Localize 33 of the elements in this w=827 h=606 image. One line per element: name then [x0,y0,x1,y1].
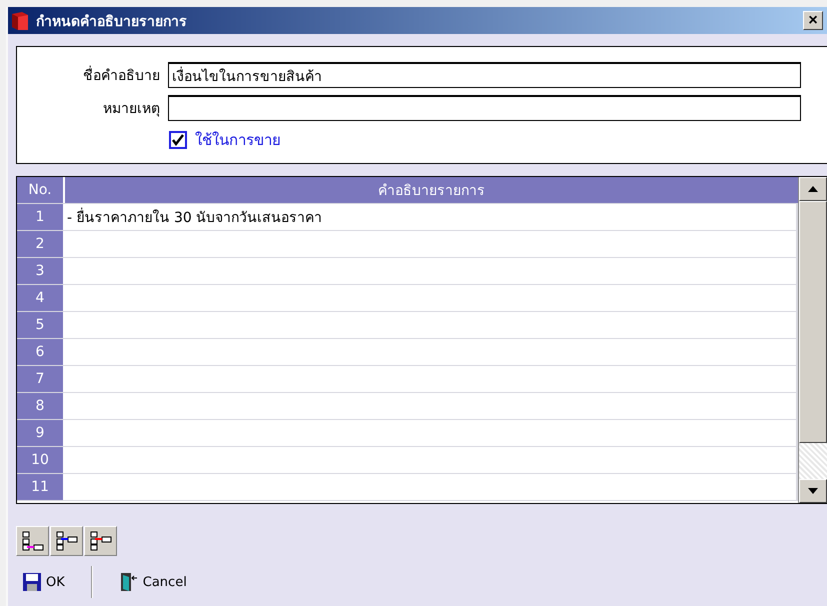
cancel-button[interactable]: Cancel [112,568,193,596]
door-exit-icon [118,572,139,592]
row-number: 9 [17,420,65,446]
row-number: 6 [17,339,65,365]
row-number: 7 [17,366,65,392]
row-number: 2 [17,231,65,257]
scroll-thumb[interactable] [799,201,827,443]
scrollbar[interactable] [798,177,827,503]
ok-button[interactable]: OK [16,568,71,596]
append-row-button[interactable] [16,526,49,556]
row-number: 3 [17,258,65,284]
input-field[interactable] [168,95,801,121]
field-label: หมายเหตุ [102,100,160,119]
row-number: 1 [17,204,65,230]
row-number: 11 [17,474,65,500]
close-button[interactable]: × [803,11,823,30]
scroll-up-button[interactable] [799,177,827,201]
input-field[interactable]: เงื่อนไขในการขายสินค้า [168,62,801,88]
column-header: No. [17,177,65,203]
field-label: ชื่อคำอธิบาย [17,64,160,86]
insert-row-button[interactable] [50,526,83,556]
insert-row-button[interactable] [84,526,117,556]
row-number: 5 [17,312,65,338]
row-number: 4 [17,285,65,311]
row-number: 10 [17,447,65,473]
checkbox-label: ใช้ในการขาย [195,130,281,151]
checkbox[interactable] [169,131,187,149]
up-arrow-icon [808,186,818,192]
column-header: คำอธิบายรายการ [65,177,798,203]
down-arrow-icon [808,488,818,494]
row-number: 8 [17,393,65,419]
window-title: กำหนดคำอธิบายรายการ [36,12,188,32]
scroll-down-button[interactable] [799,479,827,503]
